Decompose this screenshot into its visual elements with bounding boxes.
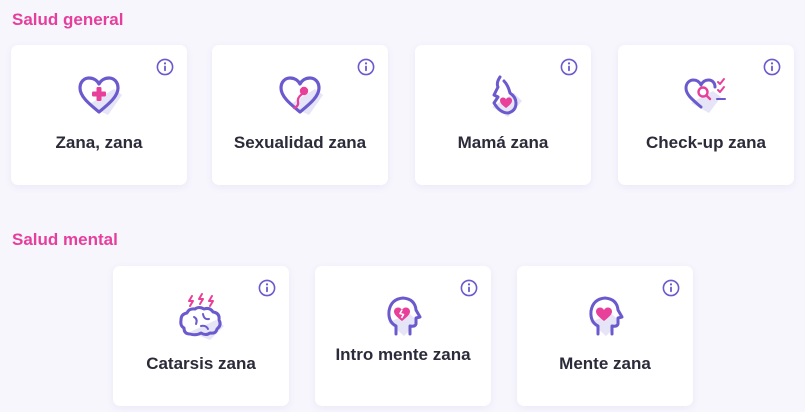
head-heart-icon xyxy=(589,296,624,336)
info-icon[interactable] xyxy=(156,58,174,76)
info-icon[interactable] xyxy=(460,279,478,297)
card-label: Sexualidad zana xyxy=(233,133,367,152)
info-icon[interactable] xyxy=(357,58,375,76)
info-icon[interactable] xyxy=(560,58,578,76)
card-catarsis-zana[interactable]: Catarsis zana xyxy=(113,266,289,406)
heart-cross-icon xyxy=(78,76,122,115)
section-title-salud-general: Salud general xyxy=(12,10,124,29)
info-icon[interactable] xyxy=(763,58,781,76)
card-label: Mente zana xyxy=(559,354,651,373)
head-broken-heart-icon xyxy=(387,296,422,336)
card-mente-zana[interactable]: Mente zana xyxy=(517,266,693,406)
card-sexualidad-zana[interactable]: Sexualidad zana xyxy=(212,45,388,185)
card-intro-mente-zana[interactable]: Intro mente zana xyxy=(315,266,491,406)
card-zana-zana[interactable]: Zana, zana xyxy=(11,45,187,185)
heart-checklist-icon xyxy=(684,78,726,113)
card-label: Check-up zana xyxy=(646,133,766,152)
card-label: Catarsis zana xyxy=(146,354,256,373)
card-mama-zana[interactable]: Mamá zana xyxy=(415,45,591,185)
info-icon[interactable] xyxy=(662,279,680,297)
card-label: Zana, zana xyxy=(55,133,143,152)
section-title-salud-mental: Salud mental xyxy=(12,230,118,249)
card-label: Mamá zana xyxy=(457,133,549,152)
brain-lightning-icon xyxy=(179,293,224,340)
card-label: Intro mente zana xyxy=(335,345,471,364)
card-check-up-zana[interactable]: Check-up zana xyxy=(618,45,794,185)
info-icon[interactable] xyxy=(258,279,276,297)
pregnancy-icon xyxy=(492,75,522,117)
heart-sperm-icon xyxy=(279,76,323,115)
